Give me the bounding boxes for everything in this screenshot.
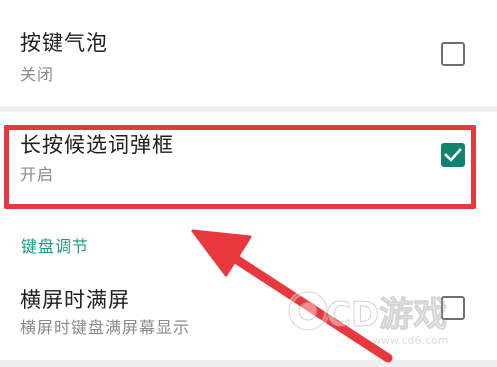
watermark: CD游戏 www.cd6.com [286, 285, 486, 365]
watermark-logo-icon [286, 289, 330, 333]
watermark-text: CD游戏 [325, 295, 448, 336]
watermark-url: www.cd6.com [372, 334, 449, 347]
